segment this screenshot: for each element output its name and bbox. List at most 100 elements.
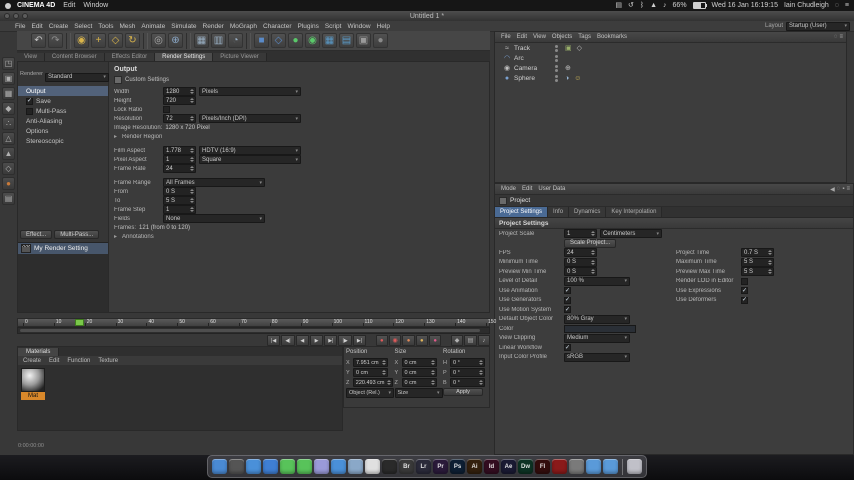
tab-effects-editor[interactable]: Effects Editor (104, 53, 156, 61)
resolution-field[interactable]: 72 (163, 114, 196, 123)
level-of-detail-dropdown[interactable]: 100 % ▾ (564, 276, 630, 286)
add-cube-icon[interactable]: ■ (254, 33, 269, 48)
app-menu-mesh[interactable]: Mesh (116, 23, 138, 30)
app-menu-file[interactable]: File (12, 23, 28, 30)
object-menu-bookmarks[interactable]: Bookmarks (594, 34, 630, 40)
timeline-scrollbar[interactable] (17, 327, 490, 334)
apply-button[interactable]: Apply (443, 388, 484, 396)
record-rotation-button[interactable]: ● (429, 335, 442, 346)
to-stepper[interactable] (190, 198, 194, 203)
render-view-icon[interactable]: ▦ (194, 33, 209, 48)
spotlight-icon[interactable]: ◌ (835, 2, 839, 9)
preview-max-time-field[interactable]: 5 S (741, 267, 774, 277)
render-picture-viewer-icon[interactable]: ▥ (211, 33, 226, 48)
frame-rate-stepper[interactable] (190, 166, 194, 171)
after-effects-icon[interactable]: Ae (501, 459, 516, 474)
render-section-output[interactable]: Output (18, 86, 108, 96)
nav-back-icon[interactable]: ◀ (830, 186, 835, 193)
record-position-button[interactable]: ● (402, 335, 415, 346)
fps-stepper[interactable] (591, 250, 595, 256)
object-row-track[interactable]: ≈ Track ▣ ◇ (495, 43, 846, 53)
effect-button[interactable]: Effect... (20, 230, 53, 239)
attribute-menu-mode[interactable]: Mode (498, 186, 519, 192)
panel-menu-icon[interactable]: ≡ (846, 186, 850, 193)
frame-range-dropdown[interactable]: All Frames ▾ (163, 178, 265, 187)
minimize-button[interactable] (13, 13, 19, 19)
next-frame-button[interactable]: ▶| (324, 335, 338, 346)
project-scale-stepper[interactable] (591, 231, 595, 237)
timeline-scroll-handle[interactable] (20, 329, 480, 332)
app-menu-window[interactable]: Window (344, 23, 373, 30)
material-item-mat[interactable]: Mat (21, 368, 45, 427)
to-field[interactable]: 5 S (163, 196, 196, 205)
mac-menu-cinema-4d[interactable]: CINEMA 4D (17, 2, 55, 9)
xpresso-editor-icon[interactable]: ▣ (356, 33, 371, 48)
menubar-clock[interactable]: Wed 16 Jan 16:19:15 (712, 2, 778, 9)
add-spline-icon[interactable]: ◇ (271, 33, 286, 48)
visibility-dots[interactable] (555, 54, 558, 62)
menubar-user[interactable]: Iain Chudleigh (784, 2, 829, 9)
render-section-multi-pass-checkbox[interactable] (26, 107, 33, 115)
height-field[interactable]: 720 (163, 96, 196, 105)
resolution-dropdown[interactable]: Pixels/Inch (DPI) ▾ (199, 114, 301, 123)
input-color-profile-dropdown[interactable]: sRGB ▾ (564, 352, 630, 362)
app-menu-simulate[interactable]: Simulate (168, 23, 199, 30)
rotation-h-field[interactable]: 0 ° (450, 358, 486, 367)
fields-dropdown[interactable]: None ▾ (163, 214, 265, 223)
fps-field[interactable]: 24 (564, 248, 597, 258)
size-z-stepper[interactable] (430, 380, 435, 385)
volume-icon[interactable]: ♪ (663, 2, 667, 9)
bluetooth-icon[interactable]: ᛒ (640, 2, 644, 9)
visibility-dots[interactable] (555, 74, 558, 82)
finder-icon[interactable] (212, 459, 227, 474)
play-button[interactable]: ▶ (309, 335, 324, 346)
dashboard-icon[interactable] (229, 459, 244, 474)
next-key-button[interactable]: |▶ (338, 335, 352, 346)
viewport-filter-icon[interactable]: ▤ (2, 192, 15, 205)
material-menu-function[interactable]: Function (64, 358, 93, 364)
material-menu-texture[interactable]: Texture (95, 358, 121, 364)
app-menu-help[interactable]: Help (374, 23, 393, 30)
attribute-menu-user-data[interactable]: User Data (535, 186, 568, 192)
target-tag-icon[interactable]: ⊕ (565, 65, 571, 72)
linear-workflow-checkbox[interactable]: ✓ (564, 344, 571, 352)
size-x-field[interactable]: 0 cm (401, 358, 437, 367)
object-row-arc[interactable]: ◠ Arc (495, 53, 846, 63)
illustrator-icon[interactable]: Ai (467, 459, 482, 474)
terminal-icon[interactable] (382, 459, 397, 474)
preview-min-time-field[interactable]: 0 S (564, 267, 597, 277)
mac-menu-edit[interactable]: Edit (63, 2, 75, 9)
default-object-color-dropdown[interactable]: 80% Gray ▾ (564, 314, 630, 324)
mac-menu-window[interactable]: Window (83, 2, 108, 9)
preview-icon[interactable] (348, 459, 363, 474)
lock-ratio-checkbox[interactable] (163, 106, 170, 113)
tab-picture-viewer[interactable]: Picture Viewer (213, 53, 267, 61)
attribute-tab-dynamics[interactable]: Dynamics (569, 207, 607, 217)
project-scale-field[interactable]: 1 (564, 229, 597, 239)
expand-arrow-icon[interactable]: ▸ (114, 133, 119, 140)
app-menu-tools[interactable]: Tools (95, 23, 116, 30)
autokey-button[interactable]: ◉ (388, 335, 402, 346)
goto-end-button[interactable]: ▶| (352, 335, 367, 346)
attribute-menu-edit[interactable]: Edit (519, 186, 535, 192)
rotation-b-field[interactable]: 0 ° (450, 378, 486, 387)
app-menu-plugins[interactable]: Plugins (295, 23, 322, 30)
from-field[interactable]: 0 S (163, 187, 196, 196)
model-mode-icon[interactable]: ▣ (2, 72, 15, 85)
key-interpolation-icon[interactable]: ◆ (450, 335, 464, 346)
scale-tool-icon[interactable]: ◇ (108, 33, 123, 48)
render-lod-in-editor-checkbox[interactable] (741, 277, 748, 285)
render-section-stereoscopic[interactable]: Stereoscopic (18, 136, 108, 146)
position-y-stepper[interactable] (382, 370, 386, 375)
render-preset-item[interactable]: My Render Setting (18, 243, 108, 254)
xpresso-tag-icon[interactable]: ▣ (565, 45, 572, 52)
render-section-options[interactable]: Options (18, 126, 108, 136)
multipass-button[interactable]: Multi-Pass... (54, 230, 100, 239)
render-settings-icon[interactable]: ◔ (228, 33, 243, 48)
polygons-mode-icon[interactable]: ▲ (2, 147, 15, 160)
app-menu-animate[interactable]: Animate (138, 23, 168, 30)
search-icon[interactable]: ◌ (837, 186, 841, 193)
custom-settings-row[interactable]: Custom Settings (109, 75, 489, 87)
size-mode-dropdown-dropdown[interactable]: Size ▾ (394, 388, 443, 398)
object-menu-edit[interactable]: Edit (514, 34, 530, 40)
